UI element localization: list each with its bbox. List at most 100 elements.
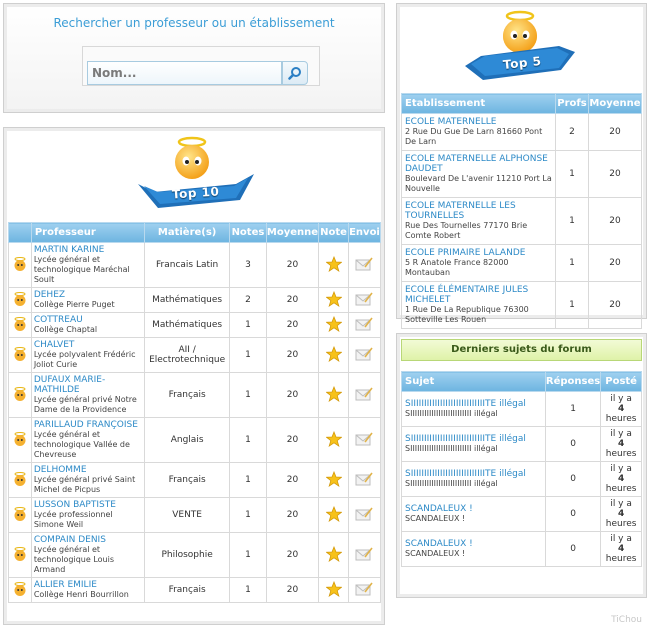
send-button[interactable]	[347, 312, 382, 338]
professor-link[interactable]: DELHOMME	[34, 465, 142, 475]
professor-cell: CHALVET Lycée polyvalent Frédéric Joliot …	[30, 337, 146, 373]
average-cell: 20	[265, 242, 320, 288]
school-cell: ECOLE MATERNELLE ALPHONSE DAUDET Boulevar…	[400, 150, 557, 198]
professor-link[interactable]: COMPAIN DENIS	[34, 535, 142, 545]
top10-header-notes: Notes	[229, 222, 267, 243]
average-cell: 20	[587, 113, 643, 151]
school-link[interactable]: ECOLE PRIMAIRE LALANDE	[405, 248, 552, 258]
rate-button[interactable]	[318, 242, 349, 288]
notes-cell: 1	[229, 462, 267, 498]
professor-link[interactable]: DEHEZ	[34, 290, 142, 300]
subject-cell: Français	[144, 577, 230, 603]
send-button[interactable]	[347, 337, 382, 373]
profs-cell: 1	[555, 281, 589, 329]
topic-link[interactable]: SCANDALEUX !	[405, 504, 542, 514]
posted-prefix: il y a	[610, 394, 632, 404]
rate-button[interactable]	[318, 462, 349, 498]
rate-button[interactable]	[318, 287, 349, 313]
replies-cell: 0	[544, 496, 602, 532]
table-row: DELHOMME Lycée général privé Saint Michel…	[8, 462, 382, 498]
top10-header-professeur: Professeur	[30, 222, 146, 243]
envelope-icon	[355, 317, 374, 330]
angel-smiley-icon	[14, 581, 26, 596]
posted-cell: il y a 4 heures	[600, 531, 642, 567]
notes-cell: 1	[229, 532, 267, 578]
topic-link[interactable]: SIIIIIIIIIIIIIIIIIIIIIIIIIIIITE illégal	[405, 434, 542, 444]
send-button[interactable]	[347, 372, 382, 418]
school-link[interactable]: ECOLE MATERNELLE ALPHONSE DAUDET	[405, 154, 552, 174]
star-icon	[324, 580, 343, 597]
subject-cell: Philosophie	[144, 532, 230, 578]
average-cell: 20	[587, 281, 643, 329]
professor-link[interactable]: COTTREAU	[34, 315, 142, 325]
topic-cell: SIIIIIIIIIIIIIIIIIIIIIIIIIIIITE illégal S…	[401, 461, 546, 497]
row-icon-cell	[8, 287, 32, 313]
notes-cell: 1	[229, 577, 267, 603]
star-icon	[324, 430, 343, 447]
profs-cell: 1	[555, 197, 589, 245]
search-button[interactable]	[282, 61, 308, 85]
professor-link[interactable]: MARTIN KARINE	[34, 245, 142, 255]
professor-cell: COTTREAU Collège Chaptal	[30, 312, 146, 338]
table-row: PARILLAUD FRANÇOISE Lycée général et tech…	[8, 417, 382, 463]
angel-smiley-icon	[14, 256, 26, 271]
rate-button[interactable]	[318, 417, 349, 463]
send-button[interactable]	[347, 417, 382, 463]
posted-cell: il y a 4 heures	[600, 461, 642, 497]
notes-cell: 1	[229, 417, 267, 463]
topic-preview: SIIIIIIIIIIIIIIIIIIIIIIIIII illégal	[405, 479, 498, 488]
school-link[interactable]: ECOLE ÉLÉMENTAIRE JULES MICHELET	[405, 285, 552, 305]
posted-number: 4	[617, 439, 625, 449]
watermark: TiChou	[611, 615, 642, 625]
top5-badge: Top 5	[461, 8, 579, 88]
professor-link[interactable]: LUSSON BAPTISTE	[34, 500, 142, 510]
search-input[interactable]	[87, 61, 282, 85]
school-cell: ECOLE ÉLÉMENTAIRE JULES MICHELET 1 Rue De…	[400, 281, 557, 329]
send-button[interactable]	[347, 287, 382, 313]
average-cell: 20	[265, 337, 320, 373]
school-cell: ECOLE MATERNELLE 2 Rue Du Gue De Larn 816…	[400, 113, 557, 151]
posted-number: 4	[617, 544, 625, 554]
rate-button[interactable]	[318, 497, 349, 533]
notes-cell: 1	[229, 372, 267, 418]
subject-cell: Anglais	[144, 417, 230, 463]
angel-smiley-icon	[14, 546, 26, 561]
send-button[interactable]	[347, 497, 382, 533]
angel-smiley-icon	[14, 506, 26, 521]
send-button[interactable]	[347, 242, 382, 288]
topic-cell: SCANDALEUX ! SCANDALEUX !	[401, 531, 546, 567]
professor-link[interactable]: ALLIER EMILIE	[34, 580, 142, 590]
professor-cell: PARILLAUD FRANÇOISE Lycée général et tech…	[30, 417, 146, 463]
replies-cell: 0	[544, 531, 602, 567]
professor-link[interactable]: PARILLAUD FRANÇOISE	[34, 420, 142, 430]
rate-button[interactable]	[318, 337, 349, 373]
table-row: CHALVET Lycée polyvalent Frédéric Joliot …	[8, 337, 382, 373]
forum-table: Sujet Réponses Posté SIIIIIIIIIIIIIIIIII…	[401, 371, 642, 567]
send-button[interactable]	[347, 462, 382, 498]
table-row: ECOLE ÉLÉMENTAIRE JULES MICHELET 1 Rue De…	[400, 281, 643, 329]
rate-button[interactable]	[318, 312, 349, 338]
rate-button[interactable]	[318, 532, 349, 578]
topic-link[interactable]: SIIIIIIIIIIIIIIIIIIIIIIIIIIIITE illégal	[405, 399, 542, 409]
school-link[interactable]: ECOLE MATERNELLE	[405, 117, 552, 127]
top10-header-envoi: Envoi	[347, 222, 382, 243]
send-button[interactable]	[347, 577, 382, 603]
topic-preview: SIIIIIIIIIIIIIIIIIIIIIIIIII illégal	[405, 444, 498, 453]
top10-badge: Top 10	[136, 134, 258, 216]
profs-cell: 1	[555, 150, 589, 198]
professor-link[interactable]: DUFAUX MARIE-MATHILDE	[34, 375, 142, 395]
send-button[interactable]	[347, 532, 382, 578]
rate-button[interactable]	[318, 577, 349, 603]
notes-cell: 1	[229, 312, 267, 338]
posted-cell: il y a 4 heures	[600, 496, 642, 532]
average-cell: 20	[265, 417, 320, 463]
envelope-icon	[355, 347, 374, 360]
professor-link[interactable]: CHALVET	[34, 340, 142, 350]
average-cell: 20	[265, 497, 320, 533]
table-row: SIIIIIIIIIIIIIIIIIIIIIIIIIIIITE illégal S…	[401, 391, 642, 427]
topic-link[interactable]: SCANDALEUX !	[405, 539, 542, 549]
topic-link[interactable]: SIIIIIIIIIIIIIIIIIIIIIIIIIIIITE illégal	[405, 469, 542, 479]
search-title: Rechercher un professeur ou un établisse…	[53, 16, 335, 30]
rate-button[interactable]	[318, 372, 349, 418]
school-link[interactable]: ECOLE MATERNELLE LES TOURNELLES	[405, 201, 552, 221]
